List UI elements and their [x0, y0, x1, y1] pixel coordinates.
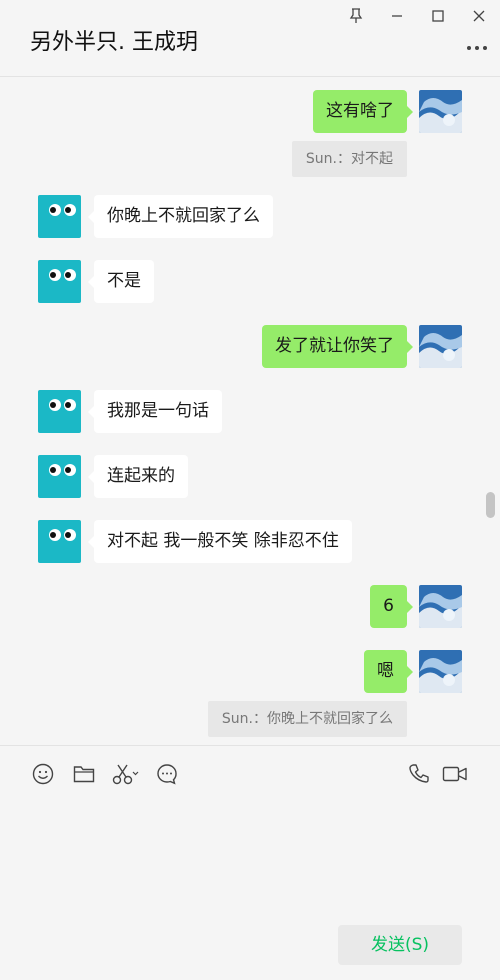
message-bubble[interactable]: 发了就让你笑了: [262, 325, 413, 368]
message-bubble[interactable]: 对不起 我一般不笑 除非忍不住: [88, 520, 352, 563]
toolbar-divider: [0, 745, 500, 746]
send-button[interactable]: 发送(S): [338, 925, 462, 965]
message-bubble[interactable]: 连起来的: [88, 455, 188, 498]
folder-icon[interactable]: [72, 762, 96, 786]
message-list[interactable]: 这有啥了 Sun.：对不起 你晚上不就回家了么 不是 发了就让你笑了 我那是一句…: [0, 77, 500, 745]
contact-avatar[interactable]: [38, 455, 81, 498]
message-bubble[interactable]: 不是: [88, 260, 154, 303]
emoji-icon[interactable]: [31, 762, 55, 786]
scrollbar-thumb[interactable]: [486, 492, 495, 518]
message-bubble[interactable]: 嗯: [364, 650, 413, 693]
title-bar: 另外半只. 王成玥: [0, 0, 500, 77]
user-avatar[interactable]: [419, 90, 462, 133]
phone-icon[interactable]: [407, 762, 431, 786]
scissors-icon[interactable]: [112, 762, 140, 786]
user-avatar[interactable]: [419, 650, 462, 693]
maximize-icon[interactable]: [426, 4, 450, 28]
chat-title: 另外半只. 王成玥: [30, 30, 198, 55]
user-avatar[interactable]: [419, 325, 462, 368]
contact-avatar[interactable]: [38, 390, 81, 433]
video-icon[interactable]: [442, 762, 468, 786]
user-avatar[interactable]: [419, 585, 462, 628]
message-bubble[interactable]: 你晚上不就回家了么: [88, 195, 273, 238]
contact-avatar[interactable]: [38, 520, 81, 563]
chat-history-icon[interactable]: [155, 762, 179, 786]
quoted-reply[interactable]: Sun.：你晚上不就回家了么: [207, 701, 407, 737]
message-bubble[interactable]: 6: [370, 585, 413, 628]
contact-avatar[interactable]: [38, 195, 81, 238]
minimize-icon[interactable]: [385, 4, 409, 28]
more-options-icon[interactable]: [464, 38, 490, 58]
message-input[interactable]: [20, 800, 480, 915]
contact-avatar[interactable]: [38, 260, 81, 303]
message-bubble[interactable]: 我那是一句话: [88, 390, 222, 433]
quoted-reply[interactable]: Sun.：对不起: [291, 141, 407, 177]
close-icon[interactable]: [467, 4, 491, 28]
pin-icon[interactable]: [344, 4, 368, 28]
message-bubble[interactable]: 这有啥了: [313, 90, 413, 133]
